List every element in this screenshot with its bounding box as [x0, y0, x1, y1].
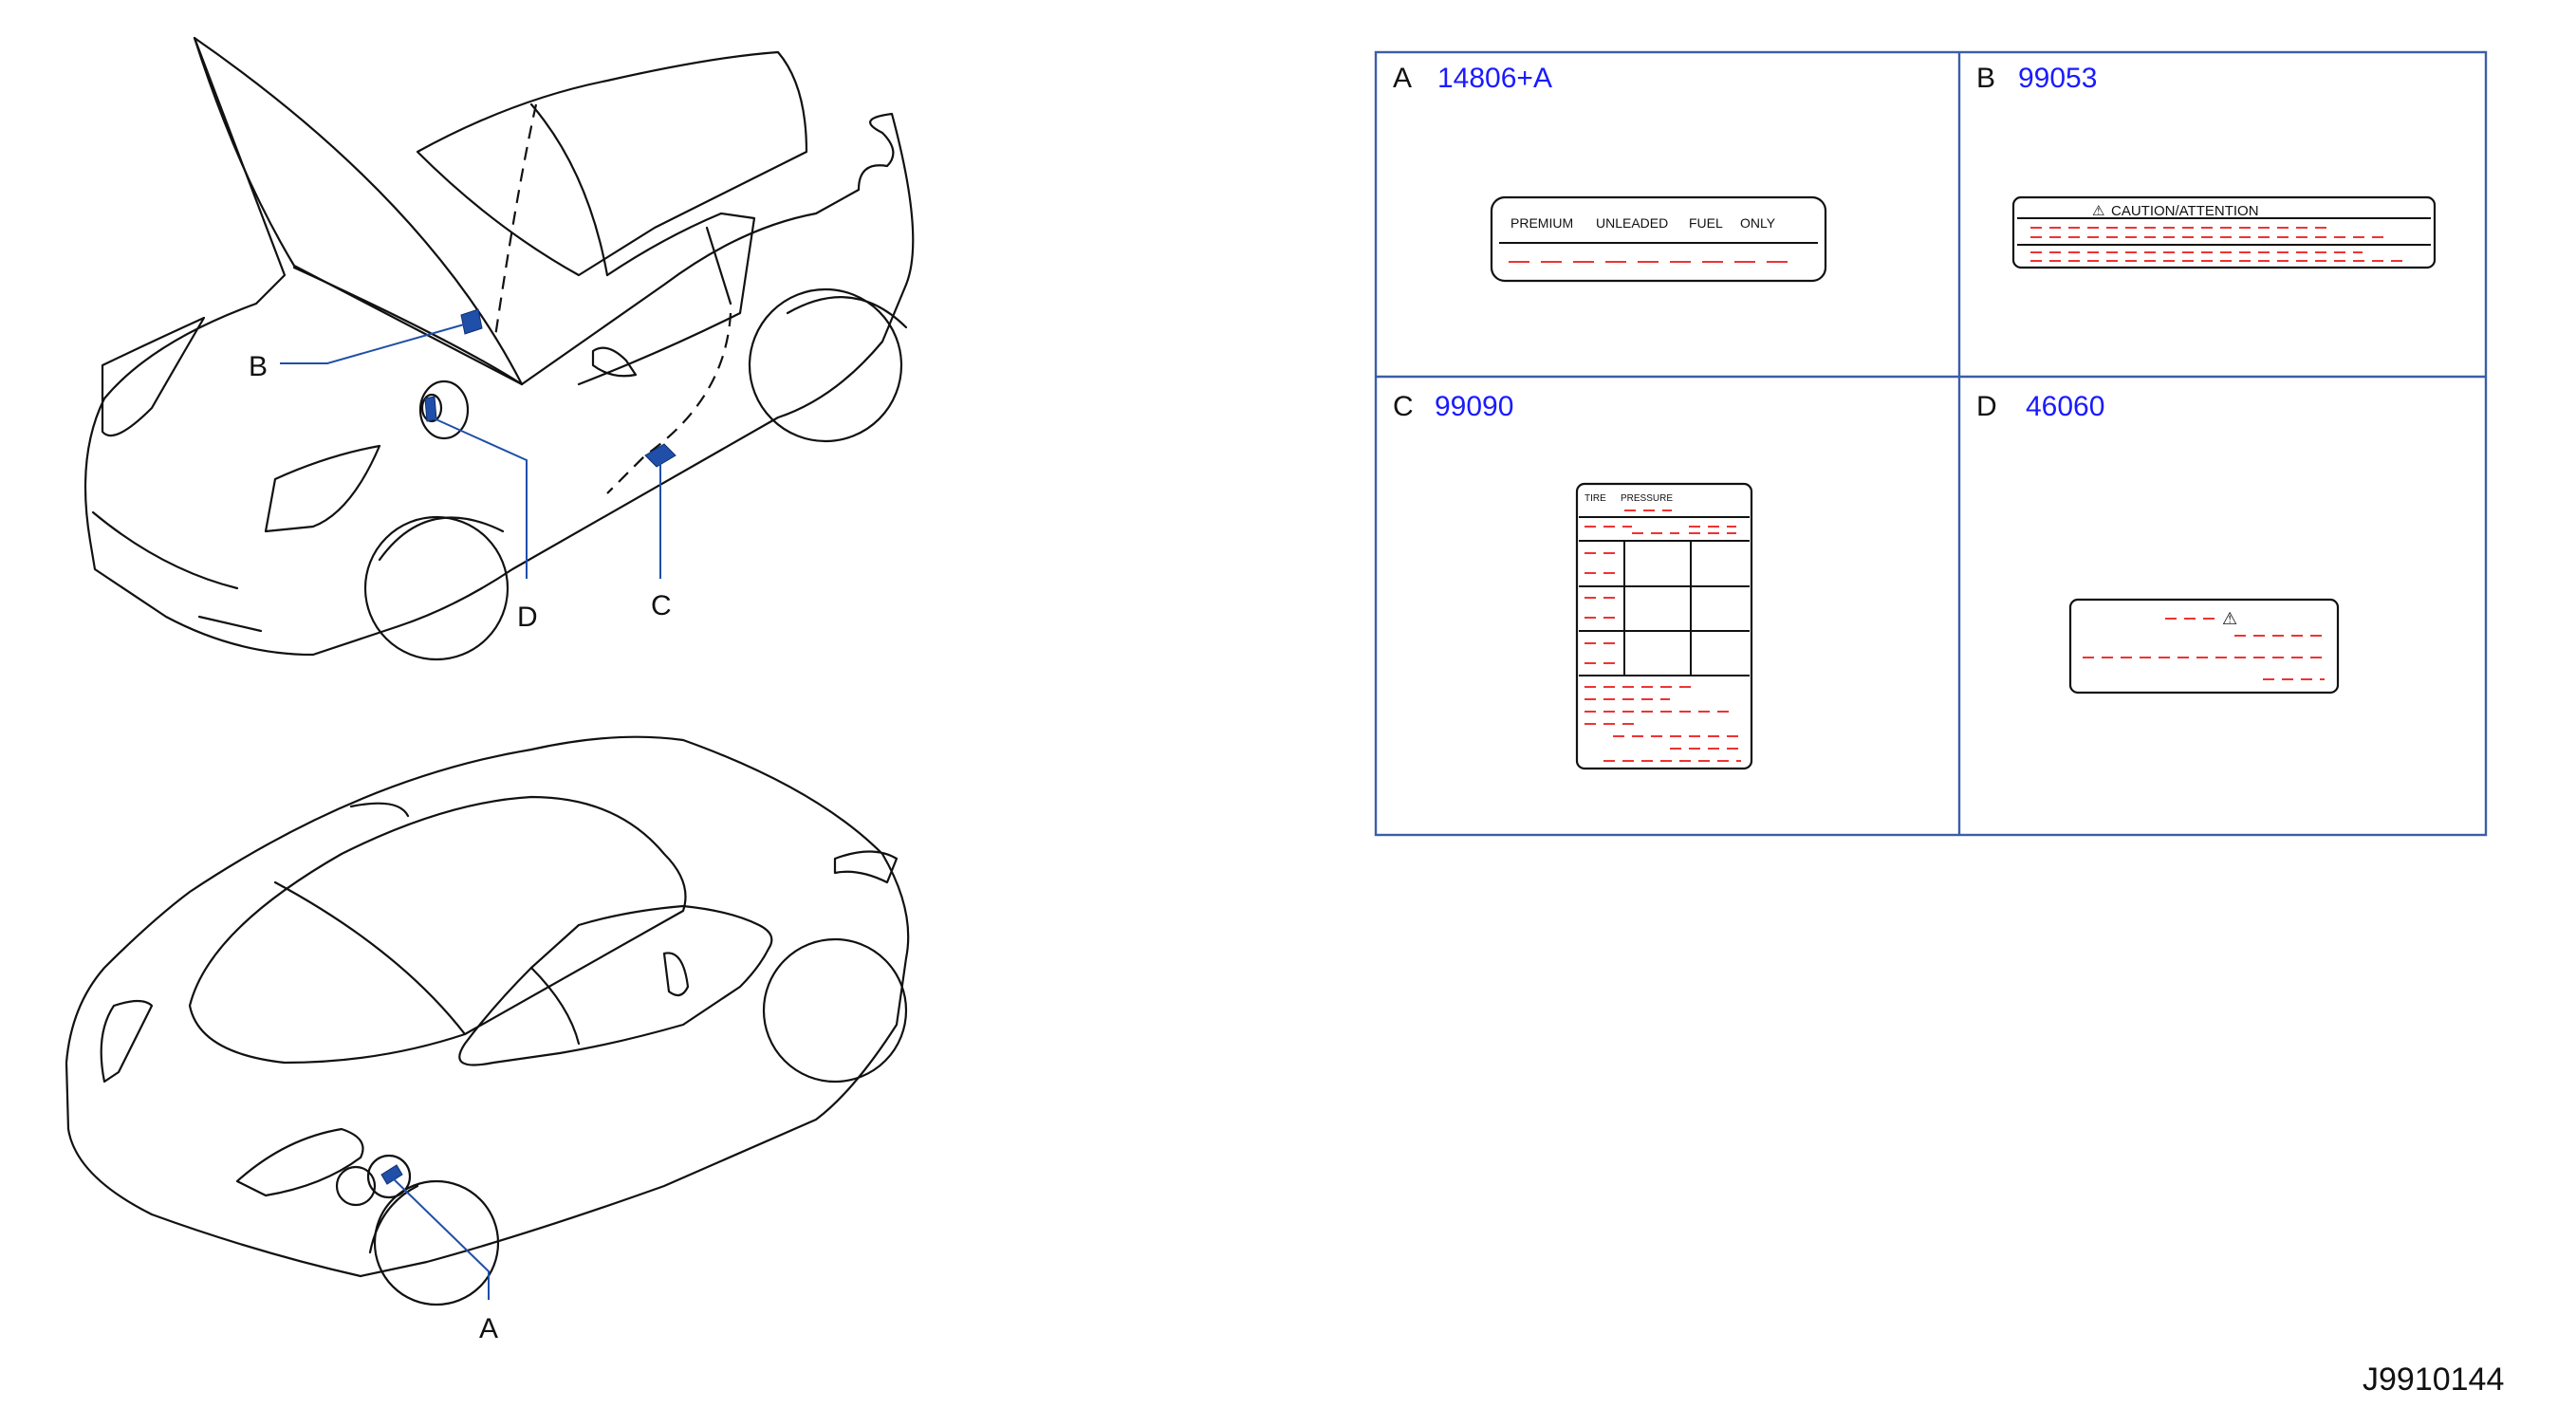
panel-d: D 46060 ⚠: [1976, 391, 2340, 695]
callout-d-letter: D: [517, 602, 538, 633]
label-location-diagram: B D C A A 14806+A PREMIUM UNLEADED FUEL …: [65, 36, 2504, 1398]
caution-label-title: CAUTION/ATTENTION: [2111, 203, 2259, 219]
car-top-view-hood-open: [83, 36, 915, 661]
panel-a-letter: A: [1393, 63, 1412, 94]
label-location-d: [424, 396, 437, 422]
panel-b: B 99053 ⚠ CAUTION/ATTENTION: [1976, 63, 2437, 269]
panel-d-part-number: 46060: [2026, 391, 2104, 422]
panels-frame: [1374, 50, 2488, 837]
panel-d-letter: D: [1976, 391, 1997, 422]
panel-a-part-number: 14806+A: [1437, 63, 1552, 94]
callout-b-letter: B: [249, 351, 268, 382]
caution-label: ⚠ CAUTION/ATTENTION: [2011, 195, 2437, 269]
label-location-b: [460, 308, 483, 335]
panel-c-part-number: 99090: [1435, 391, 1513, 422]
label-location-a: [380, 1164, 403, 1185]
label-panels-grid: A 14806+A PREMIUM UNLEADED FUEL ONLY B 9…: [1374, 50, 2488, 837]
panel-a: A 14806+A PREMIUM UNLEADED FUEL ONLY: [1393, 63, 1827, 283]
fuel-label-word-2: UNLEADED: [1596, 215, 1668, 231]
panel-b-part-number: 99053: [2018, 63, 2097, 94]
tire-label-word-1: TIRE: [1585, 493, 1606, 504]
caution-warning-icon: ⚠: [2092, 203, 2104, 219]
panel-c: C 99090 TIRE PRESSURE: [1393, 391, 1753, 770]
reference-code: J9910144: [2363, 1362, 2504, 1398]
callout-c-marker: C: [644, 443, 676, 621]
car-rear-view: [65, 735, 910, 1306]
tire-pressure-label: TIRE PRESSURE: [1575, 482, 1753, 770]
warning-label: ⚠: [2068, 598, 2340, 695]
tire-label-word-2: PRESSURE: [1621, 493, 1673, 504]
callout-c-letter: C: [651, 590, 672, 621]
fuel-label-word-1: PREMIUM: [1510, 215, 1573, 231]
callout-a-marker: A: [380, 1164, 498, 1344]
callout-d-marker: D: [424, 396, 538, 633]
warning-triangle-icon: ⚠: [2222, 609, 2237, 628]
fuel-label-word-4: ONLY: [1740, 215, 1776, 231]
fuel-label: PREMIUM UNLEADED FUEL ONLY: [1490, 195, 1827, 283]
panel-c-letter: C: [1393, 391, 1414, 422]
callout-a-letter: A: [479, 1313, 498, 1344]
panel-b-letter: B: [1976, 63, 1995, 94]
fuel-label-word-3: FUEL: [1689, 215, 1723, 231]
